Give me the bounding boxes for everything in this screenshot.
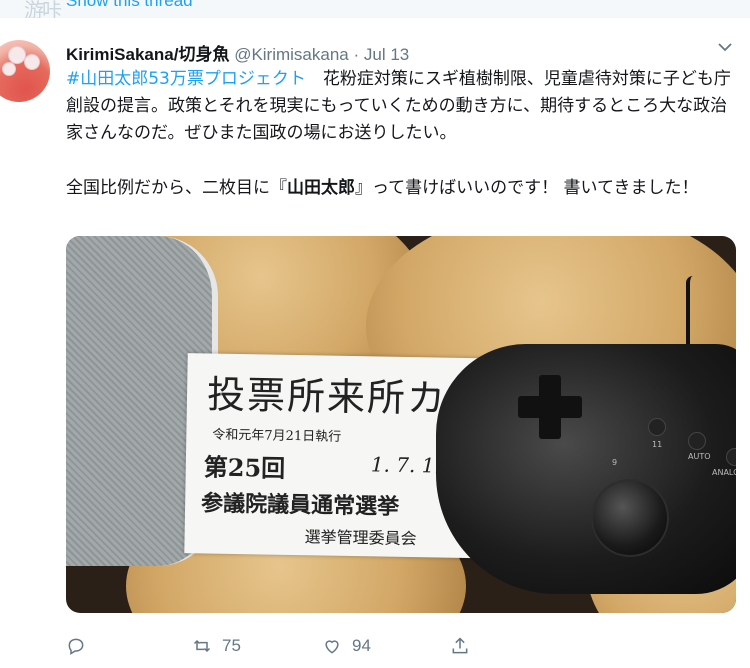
like-count: 94 bbox=[352, 636, 371, 655]
retweet-button[interactable]: 75 bbox=[192, 634, 241, 658]
card-date-line: 令和元年7月21日執行 bbox=[212, 427, 342, 445]
tweet-text-span: 全国比例だから、二枚目に『 bbox=[66, 178, 287, 198]
handle[interactable]: @Kirimisakana bbox=[234, 45, 349, 64]
card-number: 第25回 bbox=[203, 452, 286, 483]
pad-label: 11 bbox=[652, 440, 663, 449]
thread-topbar: 游咔 Show this thread bbox=[0, 0, 750, 18]
chevron-down-icon[interactable] bbox=[718, 40, 732, 56]
blossom-icon bbox=[2, 62, 16, 76]
tweet-bold-name: 山田太郎 bbox=[287, 178, 355, 198]
tweet-paragraph: 全国比例だから、二枚目に『山田太郎』って書けばいいのです！ 書いてきました！ bbox=[66, 175, 731, 202]
heart-icon bbox=[325, 640, 339, 654]
meta-separator: · bbox=[348, 45, 364, 64]
tweet-photo[interactable]: 投票所来所カー 令和元年7月21日執行 第25回 1. 7. 11 参議院議員通… bbox=[66, 236, 736, 613]
avatar[interactable] bbox=[0, 40, 50, 102]
hashtag-link[interactable]: #山田太郎53万票プロジェクト bbox=[66, 69, 306, 89]
share-button[interactable] bbox=[450, 634, 470, 658]
tweet-text-span: 』って書けばいいのです！ 書いてきました！ bbox=[355, 178, 699, 198]
analog-stick bbox=[591, 479, 669, 557]
pad-label: AUTO bbox=[688, 452, 711, 461]
retweet-icon bbox=[193, 639, 211, 653]
card-election: 参議院議員通常選挙 bbox=[200, 490, 400, 520]
controller-button bbox=[648, 418, 666, 436]
like-button[interactable]: 94 bbox=[322, 634, 371, 658]
pad-label: 9 bbox=[612, 458, 618, 467]
tweet-header: KirimiSakana/切身魚 @Kirimisakana · Jul 13 bbox=[66, 40, 409, 64]
game-controller: 11 9 AUTO ANALOG bbox=[436, 344, 736, 594]
reply-button[interactable] bbox=[66, 634, 86, 658]
dpad bbox=[539, 375, 561, 439]
retweet-count: 75 bbox=[222, 636, 241, 655]
reply-icon bbox=[68, 638, 84, 655]
tweet-date[interactable]: Jul 13 bbox=[364, 45, 409, 64]
pad-label: ANALOG bbox=[712, 468, 736, 477]
controller-button bbox=[726, 448, 736, 466]
display-name[interactable]: KirimiSakana/切身魚 bbox=[66, 45, 229, 64]
tweet-paragraph: #山田太郎53万票プロジェクト 花粉症対策にスギ植樹制限、児童虐待対策に子ども庁… bbox=[66, 66, 731, 147]
show-thread-link[interactable]: Show this thread bbox=[66, 0, 193, 11]
share-icon bbox=[452, 637, 468, 654]
watermark-logo: 游咔 bbox=[24, 0, 62, 18]
controller-button bbox=[688, 432, 706, 450]
card-committee: 選挙管理委員会 bbox=[304, 527, 417, 549]
blossom-icon bbox=[24, 54, 40, 70]
tweet-text: #山田太郎53万票プロジェクト 花粉症対策にスギ植樹制限、児童虐待対策に子ども庁… bbox=[66, 66, 731, 202]
